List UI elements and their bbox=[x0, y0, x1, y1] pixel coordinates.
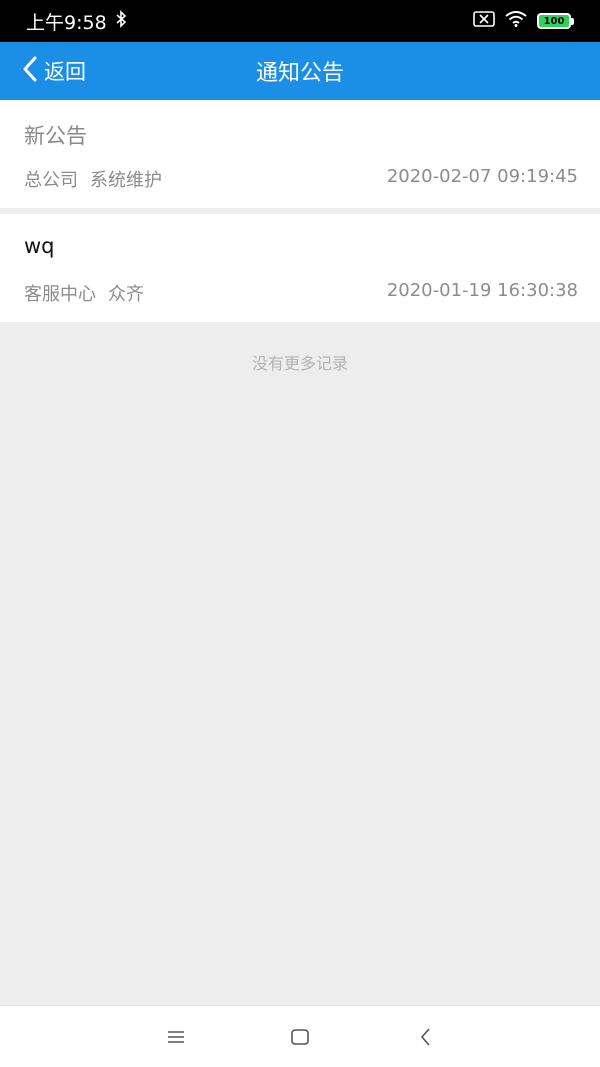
notice-title: 新公告 bbox=[24, 124, 87, 148]
nav-bar: 返回 通知公告 bbox=[0, 42, 600, 100]
status-time: 上午9:58 bbox=[26, 11, 107, 34]
notice-author: 系统维护 bbox=[90, 170, 162, 191]
back-icon[interactable] bbox=[391, 1006, 461, 1067]
back-label: 返回 bbox=[44, 60, 86, 84]
battery-icon: 100 bbox=[537, 13, 574, 29]
system-nav-bar bbox=[0, 1005, 600, 1067]
no-more-records: 没有更多记录 bbox=[251, 354, 348, 373]
page-title: 通知公告 bbox=[255, 61, 344, 86]
sim-off-icon bbox=[473, 11, 495, 31]
notice-title: wq bbox=[24, 234, 55, 258]
notice-time: 2020-02-07 09:19:45 bbox=[386, 166, 578, 187]
home-icon[interactable] bbox=[265, 1006, 335, 1067]
notice-meta: 总公司 系统维护 bbox=[24, 166, 162, 192]
notice-meta: 客服中心 众齐 bbox=[24, 280, 144, 306]
status-right: 100 bbox=[473, 11, 574, 31]
notice-time: 2020-01-19 16:30:38 bbox=[386, 280, 578, 301]
status-bar: 上午9:58 100 bbox=[0, 0, 600, 42]
status-left: 上午9:58 bbox=[26, 8, 127, 35]
battery-level: 100 bbox=[537, 13, 571, 29]
notice-author: 众齐 bbox=[108, 284, 144, 305]
notice-item[interactable]: wq 客服中心 众齐 2020-01-19 16:30:38 bbox=[0, 214, 600, 322]
chevron-left-icon bbox=[22, 56, 38, 86]
menu-icon[interactable] bbox=[141, 1006, 211, 1067]
notice-list: 新公告 总公司 系统维护 2020-02-07 09:19:45 wq 客服中心… bbox=[0, 100, 600, 322]
back-button[interactable]: 返回 bbox=[22, 42, 86, 100]
notice-department: 客服中心 bbox=[24, 284, 96, 305]
bluetooth-icon bbox=[115, 9, 127, 33]
wifi-icon bbox=[505, 11, 527, 31]
notice-item[interactable]: 新公告 总公司 系统维护 2020-02-07 09:19:45 bbox=[0, 100, 600, 208]
notice-department: 总公司 bbox=[24, 170, 78, 191]
